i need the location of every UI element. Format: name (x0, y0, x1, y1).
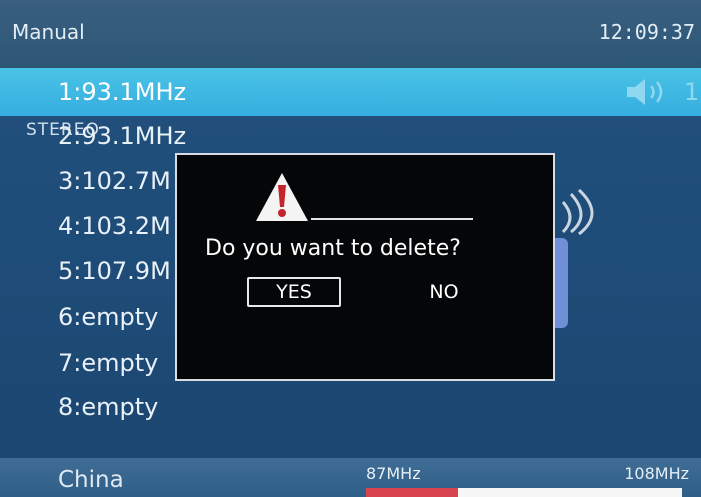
yes-button[interactable]: YES (247, 277, 341, 307)
signal-icon (555, 188, 605, 242)
dialog-question: Do you want to delete? (205, 236, 461, 261)
warning-icon (254, 171, 310, 227)
clock: 12:09:37 (598, 20, 695, 44)
delete-dialog: Do you want to delete? YES NO (175, 153, 555, 381)
list-item[interactable]: 2:93.1MHz (58, 122, 186, 150)
list-item[interactable]: 7:empty (58, 349, 158, 377)
region-label: China (58, 467, 124, 493)
list-item[interactable]: 8:empty (58, 393, 158, 421)
list-item[interactable]: 3:102.7M (58, 167, 171, 195)
list-item[interactable]: 6:empty (58, 303, 158, 331)
radio-screen: Manual 12:09:37 1:93.1MHz 12 STEREO 2:93… (0, 0, 701, 497)
mode-label: Manual (12, 20, 85, 44)
preset-selected-trail: 12 (684, 78, 701, 106)
preset-selected[interactable]: 1:93.1MHz 12 (0, 68, 701, 116)
status-bar: Manual 12:09:37 (0, 0, 701, 68)
freq-min-label: 87MHz (366, 464, 421, 483)
no-button[interactable]: NO (399, 277, 489, 307)
preset-selected-label: 1:93.1MHz (58, 78, 187, 106)
list-item[interactable]: 5:107.9M (58, 257, 171, 285)
speaker-icon (625, 76, 677, 112)
tuner-slider[interactable] (366, 488, 682, 497)
dialog-divider (311, 218, 473, 220)
tuner-fill (366, 488, 458, 497)
list-item[interactable]: 4:103.2M (58, 212, 171, 240)
freq-max-label: 108MHz (624, 464, 689, 483)
